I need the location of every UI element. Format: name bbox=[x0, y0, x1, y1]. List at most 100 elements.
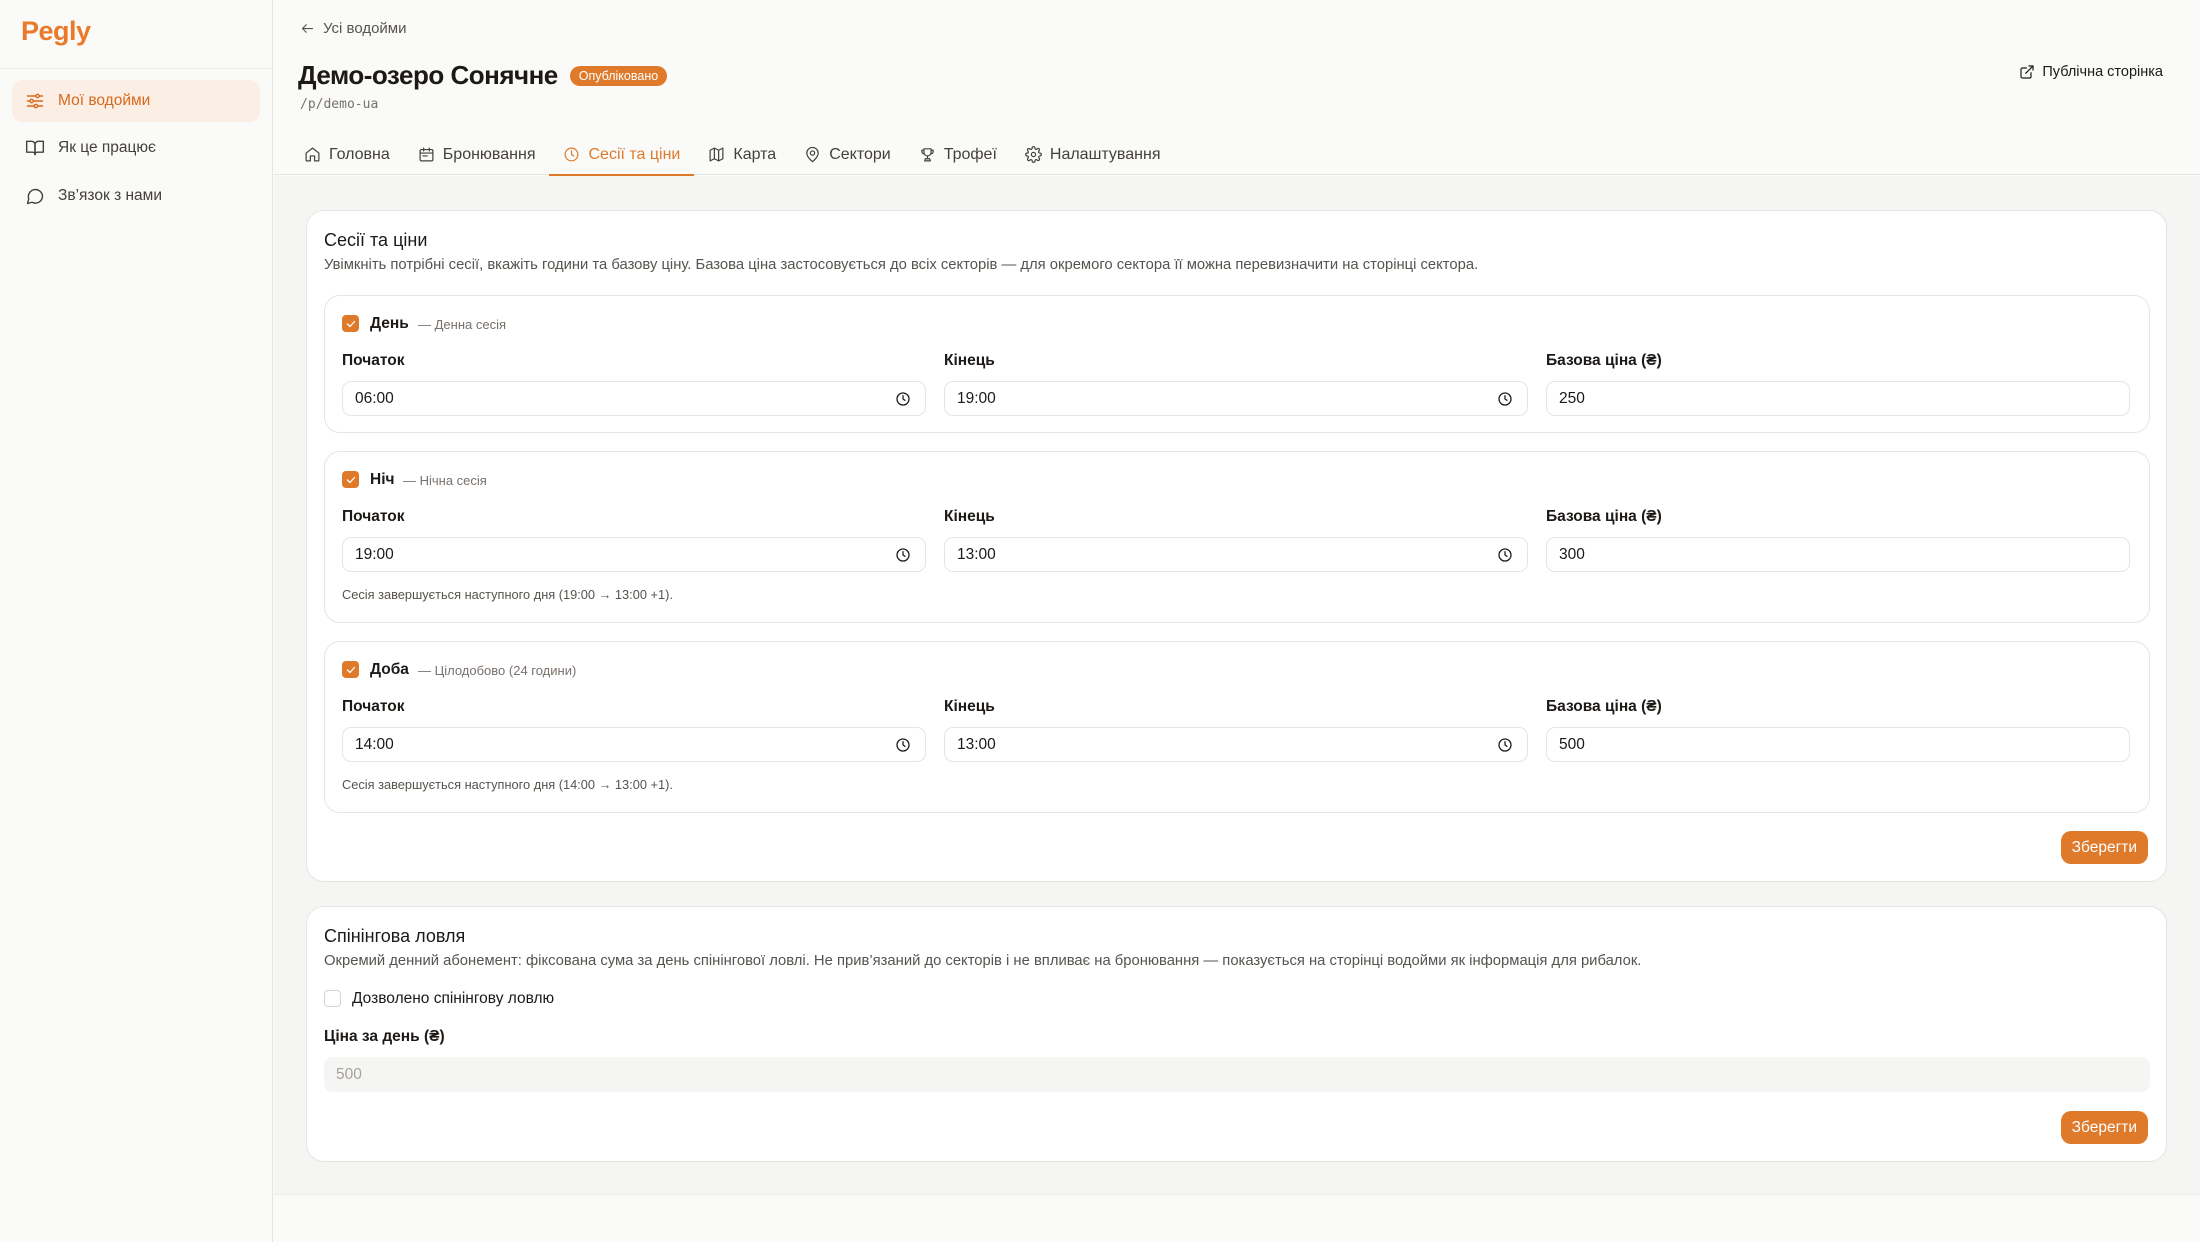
card-title: Сесії та ціни bbox=[324, 230, 428, 250]
save-spinning-button[interactable]: Зберегти bbox=[2060, 1111, 2148, 1144]
tab-label: Трофеї bbox=[943, 145, 997, 163]
session-night-start-input[interactable]: 19:00 bbox=[342, 537, 926, 572]
book-icon bbox=[24, 137, 46, 159]
price-per-day-input[interactable]: 500 bbox=[324, 1057, 2150, 1092]
session-name: Ніч bbox=[370, 471, 395, 488]
tab-home[interactable]: Головна bbox=[290, 133, 404, 176]
external-link-icon bbox=[2019, 64, 2035, 80]
page-title: Демо-озеро Сонячне bbox=[298, 60, 558, 90]
tab-label: Сесії та ціни bbox=[588, 145, 681, 163]
spinning-card: Спінінгова ловля Окремий денний абонемен… bbox=[306, 906, 2167, 1162]
input-value: 19:00 bbox=[957, 389, 996, 407]
check-icon bbox=[346, 476, 355, 483]
sessions-card: Сесії та ціни Увімкніть потрібні сесії, … bbox=[306, 210, 2167, 882]
clock-icon[interactable] bbox=[1497, 737, 1513, 753]
sidebar-item-how-it-works[interactable]: Як це працює bbox=[12, 127, 260, 169]
title-row: Демо-озеро Сонячне Опубліковано bbox=[298, 60, 668, 91]
sidebar-item-label: Зв’язок з нами bbox=[58, 187, 162, 204]
input-value: 14:00 bbox=[355, 735, 394, 753]
end-label: Кінець bbox=[944, 508, 995, 525]
chat-bubble-icon bbox=[24, 185, 46, 207]
input-value: 19:00 bbox=[355, 545, 394, 563]
tab-bookings[interactable]: Бронювання bbox=[404, 133, 550, 176]
clock-icon bbox=[563, 146, 580, 163]
session-day-price-input[interactable]: 250 bbox=[1546, 381, 2130, 416]
session-day-checkbox[interactable] bbox=[342, 315, 359, 332]
tab-label: Головна bbox=[329, 145, 390, 163]
clock-icon[interactable] bbox=[895, 391, 911, 407]
tab-trophies[interactable]: Трофеї bbox=[905, 133, 1011, 176]
sliders-icon bbox=[24, 90, 46, 112]
sidebar-item-label: Як це працює bbox=[58, 139, 156, 156]
input-value: 500 bbox=[1559, 735, 1585, 753]
sidebar-item-label: Мої водойми bbox=[58, 92, 151, 109]
arrow-left-icon bbox=[300, 21, 315, 36]
public-link-label: Публічна сторінка bbox=[2042, 64, 2163, 80]
session-night-price-input[interactable]: 300 bbox=[1546, 537, 2130, 572]
tab-label: Карта bbox=[733, 145, 777, 163]
card-title: Спінінгова ловля bbox=[324, 926, 466, 946]
price-label: Базова ціна (₴) bbox=[1546, 352, 1662, 369]
calendar-icon bbox=[418, 146, 435, 163]
map-icon bbox=[708, 146, 725, 163]
check-icon bbox=[346, 320, 355, 327]
session-24h-end-input[interactable]: 13:00 bbox=[944, 727, 1528, 762]
check-icon bbox=[346, 666, 355, 673]
session-subtitle: — Цілодобово (24 години) bbox=[418, 663, 577, 678]
back-link[interactable]: Усі водойми bbox=[300, 20, 407, 37]
tab-label: Налаштування bbox=[1049, 145, 1161, 163]
end-label: Кінець bbox=[944, 698, 995, 715]
tab-sectors[interactable]: Сектори bbox=[790, 133, 905, 176]
clock-icon[interactable] bbox=[1497, 391, 1513, 407]
session-name: День bbox=[370, 315, 409, 332]
public-page-link[interactable]: Публічна сторінка bbox=[2019, 64, 2163, 80]
session-note: Сесія завершується наступного дня (19:00… bbox=[342, 587, 673, 602]
price-label: Базова ціна (₴) bbox=[1546, 698, 1662, 715]
input-value: 06:00 bbox=[355, 389, 394, 407]
sidebar-item-contact[interactable]: Зв’язок з нами bbox=[12, 175, 260, 217]
session-subtitle: — Денна сесія bbox=[418, 317, 507, 332]
session-24h: Доба — Цілодобово (24 години) Початок Кі… bbox=[324, 641, 2150, 813]
card-description: Окремий денний абонемент: фіксована сума… bbox=[324, 953, 1642, 969]
session-24h-checkbox[interactable] bbox=[342, 661, 359, 678]
session-name: Доба bbox=[370, 661, 409, 678]
input-value: 13:00 bbox=[957, 545, 996, 563]
status-badge: Опубліковано bbox=[569, 65, 668, 86]
sidebar: Pegly Мої водойми Як це працює Зв’язок з… bbox=[0, 0, 273, 1242]
tab-label: Сектори bbox=[829, 145, 891, 163]
session-day-end-input[interactable]: 19:00 bbox=[944, 381, 1528, 416]
card-description: Увімкніть потрібні сесії, вкажіть години… bbox=[324, 257, 1479, 273]
save-sessions-button[interactable]: Зберегти bbox=[2060, 831, 2148, 864]
session-night-end-input[interactable]: 13:00 bbox=[944, 537, 1528, 572]
session-24h-price-input[interactable]: 500 bbox=[1546, 727, 2130, 762]
session-note: Сесія завершується наступного дня (14:00… bbox=[342, 777, 673, 792]
app-logo[interactable]: Pegly bbox=[21, 16, 91, 47]
clock-icon[interactable] bbox=[895, 737, 911, 753]
price-per-day-label: Ціна за день (₴) bbox=[324, 1028, 445, 1045]
gear-icon bbox=[1025, 146, 1042, 163]
page-slug: /p/demo-ua bbox=[300, 97, 379, 112]
start-label: Початок bbox=[342, 508, 405, 525]
clock-icon[interactable] bbox=[1497, 547, 1513, 563]
end-label: Кінець bbox=[944, 352, 995, 369]
tab-map[interactable]: Карта bbox=[694, 133, 790, 176]
tab-settings[interactable]: Налаштування bbox=[1011, 133, 1175, 176]
map-pin-icon bbox=[804, 146, 821, 163]
home-icon bbox=[304, 146, 321, 163]
spinning-allowed-checkbox[interactable] bbox=[324, 990, 341, 1007]
session-day-start-input[interactable]: 06:00 bbox=[342, 381, 926, 416]
tab-bar: Головна Бронювання Сесії та ціни Карта С… bbox=[290, 133, 1175, 177]
sidebar-item-my-waters[interactable]: Мої водойми bbox=[12, 80, 260, 122]
session-24h-start-input[interactable]: 14:00 bbox=[342, 727, 926, 762]
start-label: Початок bbox=[342, 352, 405, 369]
spinning-allowed-label[interactable]: Дозволено спінінгову ловлю bbox=[352, 990, 554, 1008]
tab-label: Бронювання bbox=[442, 145, 536, 163]
trophy-icon bbox=[919, 146, 936, 163]
session-night-checkbox[interactable] bbox=[342, 471, 359, 488]
tab-sessions-prices[interactable]: Сесії та ціни bbox=[549, 133, 695, 177]
clock-icon[interactable] bbox=[895, 547, 911, 563]
session-subtitle: — Нічна сесія bbox=[403, 473, 487, 488]
footer-strip bbox=[274, 1194, 2200, 1242]
back-link-label: Усі водойми bbox=[323, 20, 407, 37]
divider bbox=[0, 68, 273, 69]
